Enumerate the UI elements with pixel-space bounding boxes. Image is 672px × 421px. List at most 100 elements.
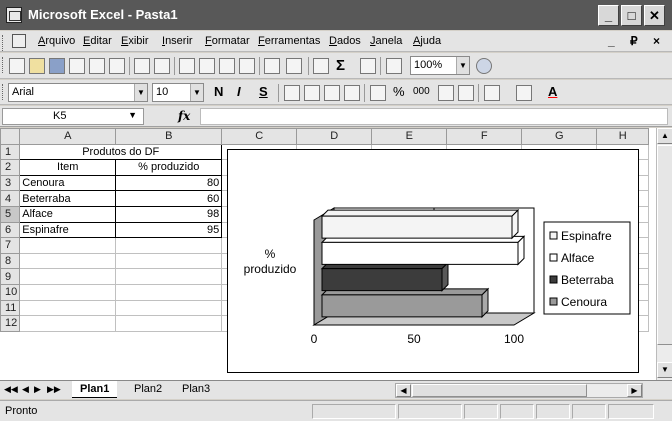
chevron-down-icon[interactable]: ▼ (134, 84, 147, 101)
print-preview-icon[interactable] (109, 58, 125, 74)
horizontal-scrollbar[interactable]: ◀ ▶ (395, 383, 643, 398)
menu-ferramentas[interactable]: Ferramentas (258, 35, 320, 47)
save-icon[interactable] (49, 58, 65, 74)
row-header[interactable]: 6 (0, 221, 21, 239)
row-header[interactable]: 12 (0, 315, 21, 332)
menu-inserir[interactable]: Inserir (162, 35, 193, 47)
scroll-down-icon[interactable]: ▼ (657, 362, 672, 378)
row-header[interactable]: 11 (0, 299, 21, 317)
underline-button[interactable]: S (259, 84, 268, 99)
document-window-controls[interactable]: _ ₽ × (608, 34, 666, 48)
cell[interactable] (19, 283, 117, 301)
cell-a1-b1-merged[interactable]: Produtos do DF (19, 143, 223, 161)
menu-janela[interactable]: Janela (370, 35, 402, 47)
cell[interactable] (115, 299, 223, 317)
row-header[interactable]: 7 (0, 237, 21, 254)
fill-color-icon[interactable] (516, 85, 532, 101)
column-header-d[interactable]: D (296, 128, 373, 145)
menu-editar[interactable]: Editar (83, 35, 112, 47)
minimize-button[interactable]: _ (598, 5, 619, 26)
row-header[interactable]: 1 (0, 143, 21, 161)
row-header[interactable]: 4 (0, 190, 21, 207)
sheet-tab-plan1[interactable]: Plan1 (72, 381, 118, 398)
decrease-decimal-icon[interactable] (458, 85, 474, 101)
currency-icon[interactable] (370, 85, 386, 101)
print-icon[interactable] (89, 58, 105, 74)
column-header-c[interactable]: C (221, 128, 298, 145)
cell[interactable] (19, 268, 117, 285)
row-header[interactable]: 9 (0, 268, 21, 285)
open-icon[interactable] (29, 58, 45, 74)
cut-icon[interactable] (179, 58, 195, 74)
autosum-icon[interactable]: Σ (336, 57, 345, 74)
menu-dados[interactable]: Dados (329, 35, 361, 47)
menu-exibir[interactable]: Exibir (121, 35, 149, 47)
cell[interactable] (19, 252, 117, 270)
insert-function-icon[interactable]: fx (178, 109, 190, 123)
toolbar-grip[interactable] (2, 57, 5, 73)
redo-icon[interactable] (286, 58, 302, 74)
row-header[interactable]: 5 (0, 205, 21, 223)
row-header[interactable]: 8 (0, 252, 21, 270)
document-icon[interactable] (12, 34, 26, 48)
embedded-chart[interactable]: % produzido 0 50 100 Espinafre Alface Beterrab… (227, 149, 639, 373)
cell-b3[interactable]: 80 (115, 174, 223, 192)
row-header[interactable]: 3 (0, 174, 21, 192)
percent-button[interactable]: % (393, 84, 405, 99)
paste-icon[interactable] (219, 58, 235, 74)
scroll-right-icon[interactable]: ▶ (627, 384, 642, 397)
font-name-select[interactable]: Arial ▼ (8, 83, 148, 102)
maximize-button[interactable]: □ (621, 5, 642, 26)
cell[interactable] (115, 268, 223, 285)
spelling-icon[interactable] (134, 58, 150, 74)
cell[interactable] (19, 237, 117, 254)
sort-ascending-icon[interactable] (360, 58, 376, 74)
italic-button[interactable]: I (237, 84, 241, 99)
help-icon[interactable] (476, 58, 492, 74)
toolbar-grip[interactable] (2, 84, 5, 100)
cell[interactable] (19, 315, 117, 332)
zoom-select[interactable]: 100% ▼ (410, 56, 470, 75)
excel-icon[interactable] (6, 7, 22, 23)
borders-icon[interactable] (484, 85, 500, 101)
align-right-icon[interactable] (324, 85, 340, 101)
format-painter-icon[interactable] (239, 58, 255, 74)
cell-b2[interactable]: % produzido (115, 159, 223, 176)
cell[interactable] (115, 237, 223, 254)
cell-b4[interactable]: 60 (115, 190, 223, 207)
next-sheet-icon[interactable]: ▶ (34, 384, 41, 395)
cell[interactable] (19, 299, 117, 317)
hyperlink-icon[interactable] (313, 58, 329, 74)
menu-formatar[interactable]: Formatar (205, 35, 250, 47)
chevron-down-icon[interactable]: ▼ (190, 84, 203, 101)
row-header[interactable]: 2 (0, 159, 21, 176)
scroll-up-icon[interactable]: ▲ (657, 128, 672, 144)
align-center-icon[interactable] (304, 85, 320, 101)
column-header-b[interactable]: B (115, 128, 223, 145)
copy-icon[interactable] (199, 58, 215, 74)
scroll-left-icon[interactable]: ◀ (396, 384, 411, 397)
column-header-g[interactable]: G (521, 128, 598, 145)
first-sheet-icon[interactable]: ◀◀ (4, 384, 18, 395)
cell-a2[interactable]: Item (19, 159, 117, 176)
chevron-down-icon[interactable]: ▼ (456, 57, 469, 74)
research-icon[interactable] (154, 58, 170, 74)
horizontal-scroll-thumb[interactable] (412, 384, 587, 397)
formula-input[interactable] (200, 108, 668, 125)
align-left-icon[interactable] (284, 85, 300, 101)
cell[interactable] (115, 315, 223, 332)
column-header-h[interactable]: H (596, 128, 650, 145)
cell-a5[interactable]: Alface (19, 205, 117, 223)
undo-icon[interactable] (264, 58, 280, 74)
close-button[interactable]: ✕ (644, 5, 665, 26)
merge-center-icon[interactable] (344, 85, 360, 101)
menu-ajuda[interactable]: Ajuda (413, 35, 441, 47)
thousands-button[interactable]: 000 (413, 86, 430, 97)
cell-b6[interactable]: 95 (115, 221, 223, 239)
vertical-scroll-thumb[interactable] (657, 145, 672, 345)
sheet-tab-plan3[interactable]: Plan3 (174, 381, 218, 398)
last-sheet-icon[interactable]: ▶▶ (47, 384, 61, 395)
chart-wizard-icon[interactable] (386, 58, 402, 74)
cell-b5[interactable]: 98 (115, 205, 223, 223)
permission-icon[interactable] (69, 58, 85, 74)
